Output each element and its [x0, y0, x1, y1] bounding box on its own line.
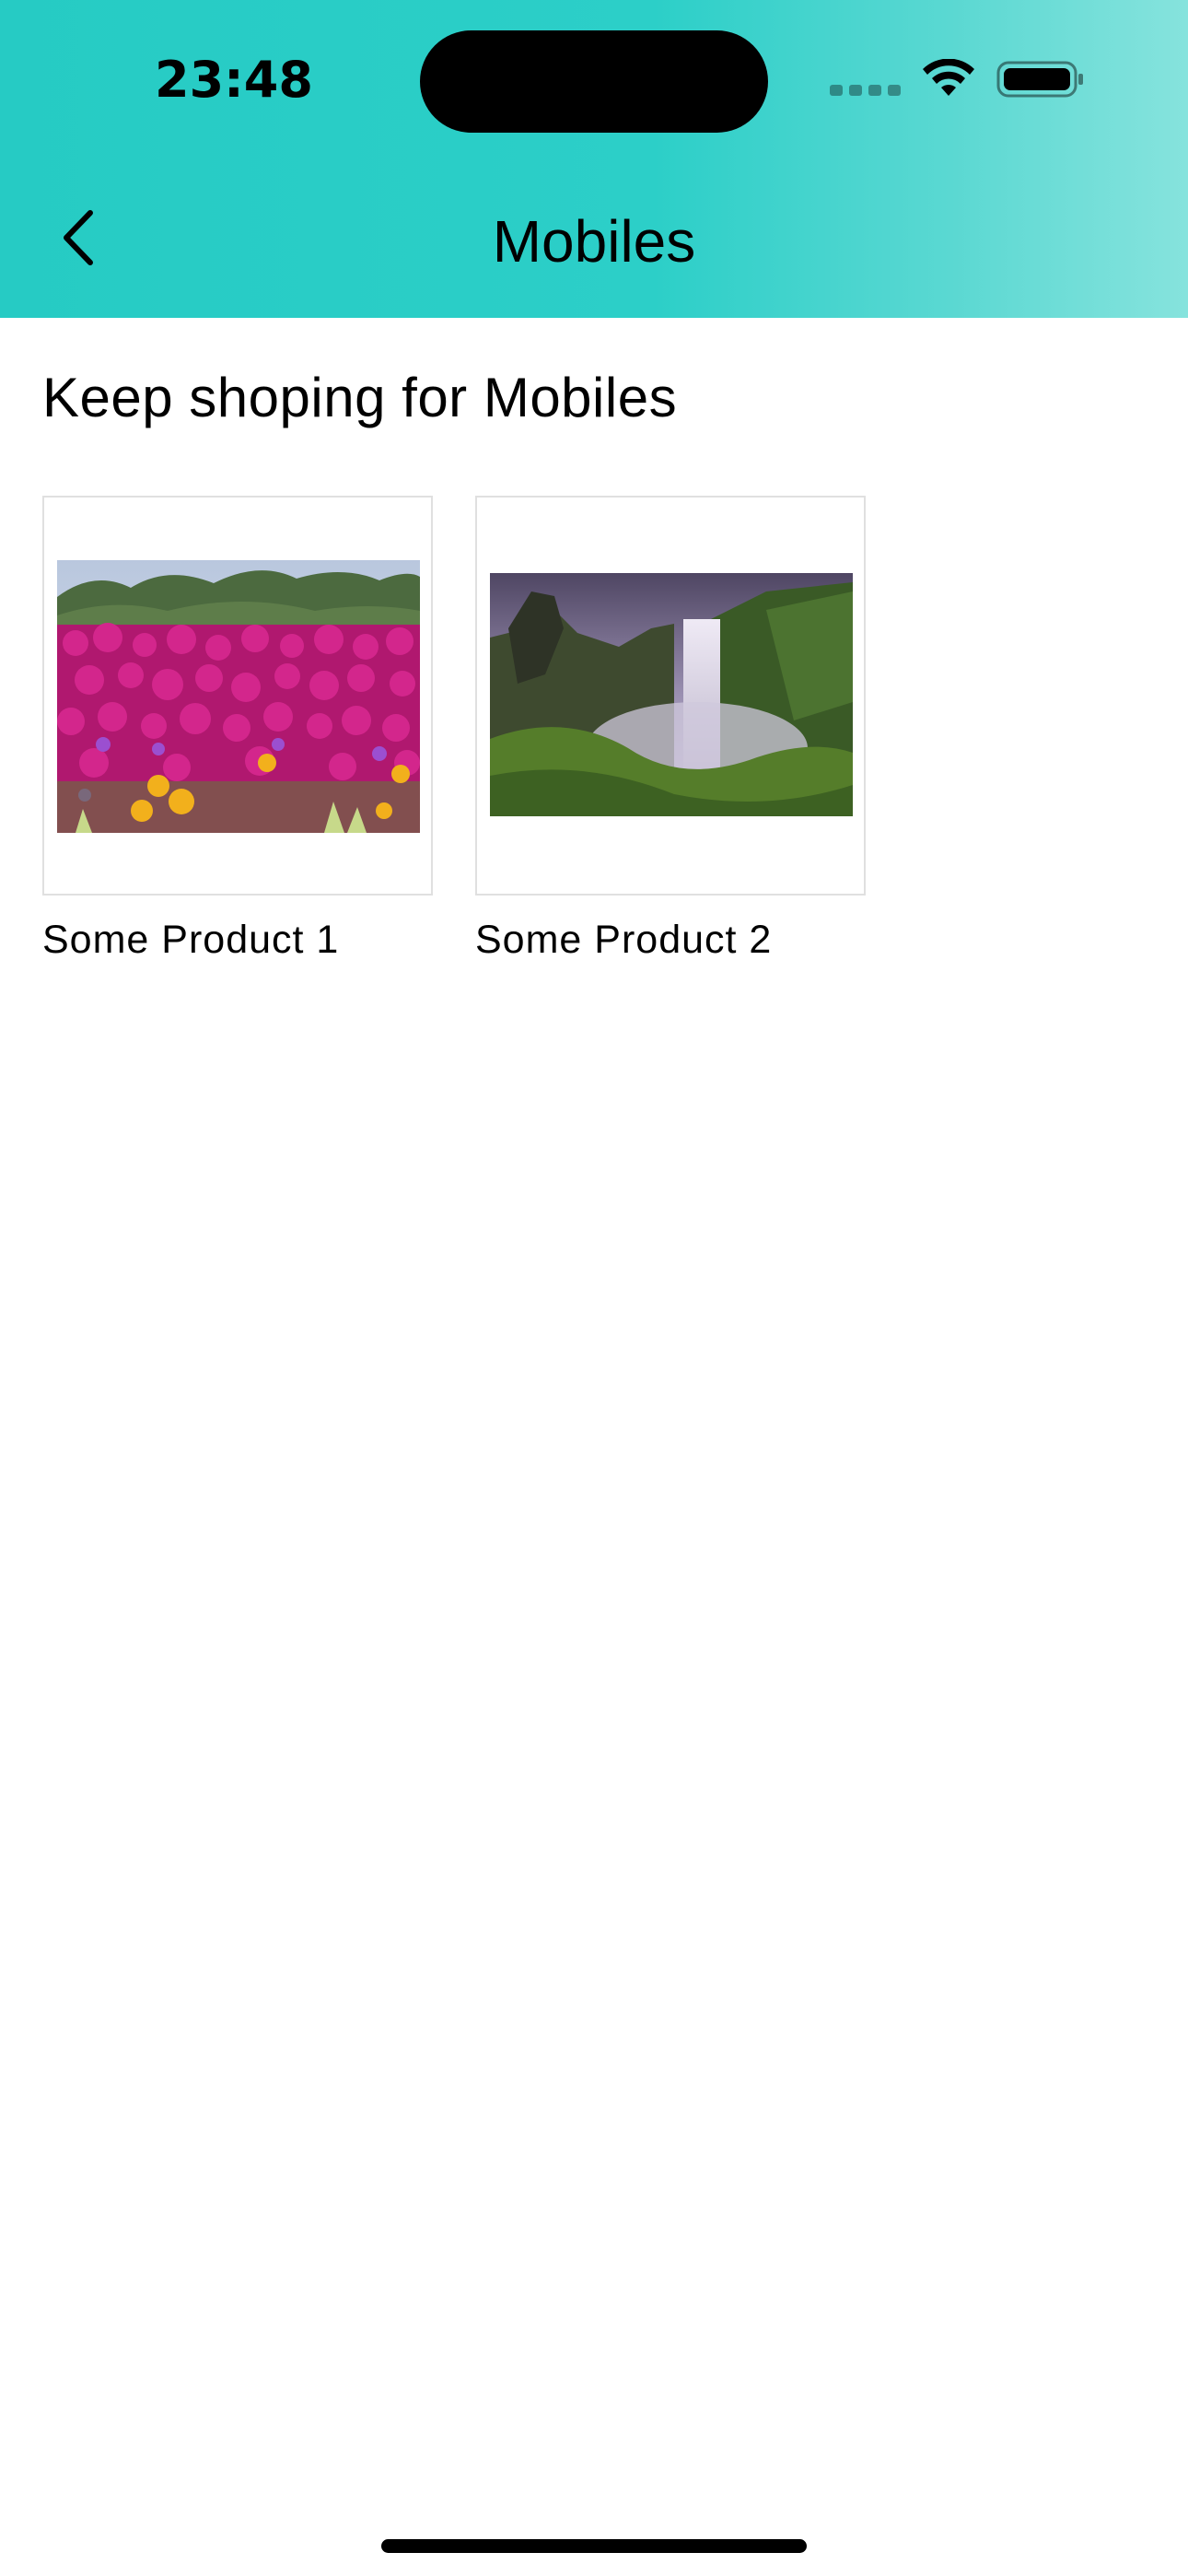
product-name: Some Product 2 [475, 918, 773, 962]
page-title: Mobiles [492, 208, 696, 275]
product-grid: Some Product 1 Some Product 2 [42, 496, 866, 966]
cellular-signal-icon [830, 57, 901, 101]
product-name: Some Product 1 [42, 918, 340, 962]
status-bar-time: 23:48 [155, 51, 313, 109]
product-image-flowers [57, 560, 420, 833]
battery-icon [996, 61, 1083, 98]
product-image-frame [475, 496, 866, 896]
product-card[interactable]: Some Product 2 [475, 496, 866, 966]
home-indicator[interactable] [381, 2539, 807, 2553]
section-title: Keep shoping for Mobiles [42, 367, 678, 428]
product-image-waterfall [490, 573, 853, 816]
status-bar-icons [830, 57, 1085, 101]
wifi-icon [923, 59, 974, 96]
dynamic-island [420, 30, 768, 133]
product-image-frame [42, 496, 433, 896]
product-card[interactable]: Some Product 1 [42, 496, 433, 966]
app-header: 23:48 Mobiles [0, 0, 1188, 318]
